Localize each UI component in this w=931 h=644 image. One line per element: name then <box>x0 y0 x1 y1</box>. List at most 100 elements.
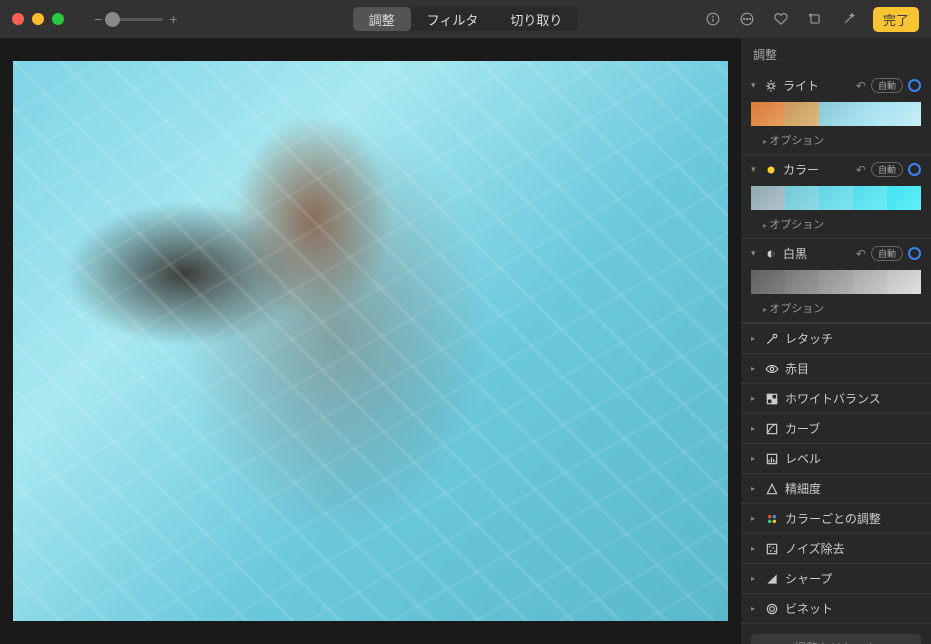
minimize-window-button[interactable] <box>32 13 44 25</box>
panel-light: ▾ ライト ↶ 自動 オプション <box>741 71 931 155</box>
row-retouch-label: レタッチ <box>785 330 833 347</box>
chevron-right-icon: ▸ <box>751 334 759 343</box>
undo-icon[interactable]: ↶ <box>856 247 866 261</box>
panel-color-header[interactable]: ▾ カラー ↶ 自動 <box>741 155 931 184</box>
row-curves-label: カーブ <box>785 420 820 437</box>
done-button[interactable]: 完了 <box>873 7 919 32</box>
chevron-right-icon: ▸ <box>751 544 759 553</box>
light-thumb-5[interactable] <box>887 102 921 126</box>
row-redeye-label: 赤目 <box>785 360 809 377</box>
light-thumb-2[interactable] <box>785 102 819 126</box>
row-levels[interactable]: ▸レベル <box>741 443 931 473</box>
panel-bw-header[interactable]: ▾ 白黒 ↶ 自動 <box>741 239 931 268</box>
row-selective-color[interactable]: ▸ カラーごとの調整 <box>741 503 931 533</box>
close-window-button[interactable] <box>12 13 24 25</box>
bw-thumb-4[interactable] <box>853 270 887 294</box>
row-noise-label: ノイズ除去 <box>785 540 845 557</box>
panel-color: ▾ カラー ↶ 自動 オプション <box>741 155 931 239</box>
sidebar-title: 調整 <box>741 38 931 71</box>
vignette-icon <box>765 602 779 616</box>
bw-options[interactable]: オプション <box>741 296 931 322</box>
reset-adjustments-button[interactable]: 調整をリセット <box>751 634 921 644</box>
chevron-right-icon: ▸ <box>751 574 759 583</box>
light-thumb-1[interactable] <box>751 102 785 126</box>
panel-color-label: カラー <box>783 161 851 178</box>
light-thumb-3[interactable] <box>819 102 853 126</box>
bw-thumb-1[interactable] <box>751 270 785 294</box>
light-options[interactable]: オプション <box>741 128 931 154</box>
zoom-out-icon: − <box>94 11 102 27</box>
more-icon[interactable] <box>737 9 757 29</box>
color-options[interactable]: オプション <box>741 212 931 238</box>
bw-thumb-2[interactable] <box>785 270 819 294</box>
favorite-icon[interactable] <box>771 9 791 29</box>
definition-icon <box>765 482 779 496</box>
photo-canvas <box>0 38 741 644</box>
auto-button-bw[interactable]: 自動 <box>871 246 903 261</box>
row-sharpen-label: シャープ <box>785 570 832 587</box>
row-definition[interactable]: ▸ 精細度 <box>741 473 931 503</box>
row-selective-color-label: カラーごとの調整 <box>785 510 881 527</box>
bw-preview-strip[interactable] <box>741 268 931 296</box>
info-icon[interactable] <box>703 9 723 29</box>
bw-thumb-3[interactable] <box>819 270 853 294</box>
panel-bw: ▾ 白黒 ↶ 自動 オプション <box>741 239 931 323</box>
row-vignette[interactable]: ▸ ビネット <box>741 593 931 623</box>
adjustments-sidebar: 調整 ▾ ライト ↶ 自動 オプション ▾ カラー ↶ 自動 <box>741 38 931 644</box>
row-retouch[interactable]: ▸ レタッチ <box>741 323 931 353</box>
toolbar-right: 完了 <box>703 7 919 32</box>
selective-color-icon <box>765 512 779 526</box>
enable-toggle-light[interactable] <box>908 79 921 92</box>
auto-button-color[interactable]: 自動 <box>871 162 903 177</box>
chevron-down-icon: ▾ <box>751 164 759 175</box>
panel-light-label: ライト <box>783 77 851 94</box>
color-thumb-1[interactable] <box>751 186 785 210</box>
tab-crop[interactable]: 切り取り <box>494 7 578 31</box>
color-thumb-2[interactable] <box>785 186 819 210</box>
row-definition-label: 精細度 <box>785 480 821 497</box>
enable-toggle-bw[interactable] <box>908 247 921 260</box>
window-controls <box>12 13 64 25</box>
retouch-icon <box>765 332 779 346</box>
edited-photo[interactable] <box>13 61 728 621</box>
content-area: 調整 ▾ ライト ↶ 自動 オプション ▾ カラー ↶ 自動 <box>0 38 931 644</box>
zoom-slider[interactable]: − + <box>94 11 177 27</box>
chevron-right-icon: ▸ <box>751 484 759 493</box>
color-preview-strip[interactable] <box>741 184 931 212</box>
row-vignette-label: ビネット <box>785 600 833 617</box>
rotate-icon[interactable] <box>805 9 825 29</box>
tab-filter[interactable]: フィルタ <box>411 7 495 31</box>
auto-button-light[interactable]: 自動 <box>871 78 903 93</box>
chevron-right-icon: ▸ <box>751 364 759 373</box>
row-redeye[interactable]: ▸ 赤目 <box>741 353 931 383</box>
bw-icon <box>764 247 778 261</box>
bw-thumb-5[interactable] <box>887 270 921 294</box>
sharpen-icon <box>765 572 779 586</box>
chevron-right-icon: ▸ <box>751 394 759 403</box>
color-thumb-5[interactable] <box>887 186 921 210</box>
row-wb[interactable]: ▸ホワイトバランス <box>741 383 931 413</box>
color-thumb-3[interactable] <box>819 186 853 210</box>
row-curves[interactable]: ▸カーブ <box>741 413 931 443</box>
auto-enhance-icon[interactable] <box>839 9 859 29</box>
enable-toggle-color[interactable] <box>908 163 921 176</box>
chevron-right-icon: ▸ <box>751 604 759 613</box>
panel-light-header[interactable]: ▾ ライト ↶ 自動 <box>741 71 931 100</box>
color-thumb-4[interactable] <box>853 186 887 210</box>
undo-icon[interactable]: ↶ <box>856 163 866 177</box>
zoom-track[interactable] <box>108 18 163 21</box>
row-levels-label: レベル <box>785 450 821 467</box>
tab-adjust[interactable]: 調整 <box>353 7 411 31</box>
undo-icon[interactable]: ↶ <box>856 79 866 93</box>
light-preview-strip[interactable] <box>741 100 931 128</box>
row-sharpen[interactable]: ▸ シャープ <box>741 563 931 593</box>
titlebar: − + 調整 フィルタ 切り取り 完了 <box>0 0 931 38</box>
chevron-down-icon: ▾ <box>751 248 759 259</box>
chevron-right-icon: ▸ <box>751 514 759 523</box>
color-icon <box>764 163 778 177</box>
light-thumb-4[interactable] <box>853 102 887 126</box>
row-noise[interactable]: ▸ ノイズ除去 <box>741 533 931 563</box>
light-icon <box>764 79 778 93</box>
fullscreen-window-button[interactable] <box>52 13 64 25</box>
zoom-thumb[interactable] <box>105 12 120 27</box>
